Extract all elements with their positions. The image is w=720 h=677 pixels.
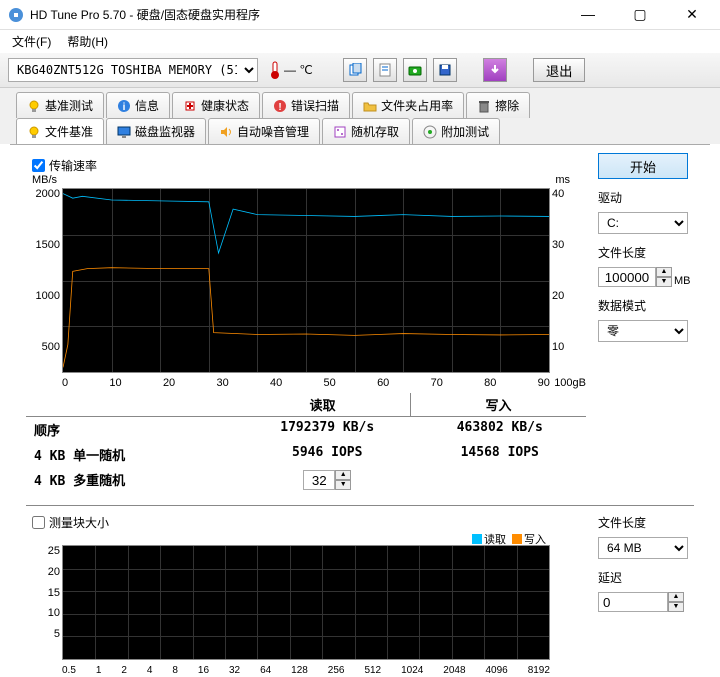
drive-label: 驱动	[598, 189, 694, 206]
transfer-rate-label: 传输速率	[49, 157, 97, 174]
queue-depth-spinner[interactable]: ▲▼	[303, 470, 351, 490]
row-4k-multi: 4 KB 多重随机	[26, 470, 241, 490]
svg-text:i: i	[123, 102, 126, 113]
spin-up[interactable]: ▲	[335, 470, 351, 480]
spin-down[interactable]: ▼	[335, 480, 351, 490]
thermometer-icon	[268, 60, 282, 80]
svg-text:!: !	[278, 102, 281, 113]
row-sequential: 顺序	[26, 420, 241, 439]
seq-read-value: 1792379 KB/s	[241, 420, 414, 439]
y-axis-left-label: MB/s	[32, 174, 57, 186]
data-pattern-select[interactable]: 零	[598, 320, 688, 342]
random-icon	[333, 125, 347, 139]
tab-bar: 基准测试i信息健康状态!错误扫描文件夹占用率擦除 文件基准磁盘监视器自动噪音管理…	[0, 88, 720, 144]
download-button[interactable]	[483, 58, 507, 82]
monitor-icon	[117, 125, 131, 139]
temperature-display: — ℃	[264, 60, 317, 80]
tab-健康状态[interactable]: 健康状态	[172, 92, 260, 118]
tab-擦除[interactable]: 擦除	[466, 92, 530, 118]
drive-select[interactable]: KBG40ZNT512G TOSHIBA MEMORY (512 :	[8, 58, 258, 82]
tab-自动噪音管理[interactable]: 自动噪音管理	[208, 118, 320, 144]
block-size-checkbox[interactable]: 测量块大小	[32, 514, 586, 531]
file-length-label: 文件长度	[598, 244, 694, 261]
tab-错误扫描[interactable]: !错误扫描	[262, 92, 350, 118]
minimize-button[interactable]: —	[568, 6, 608, 23]
tab-信息[interactable]: i信息	[106, 92, 170, 118]
content-pane: 传输速率 MB/s ms 200015001000500 40302010 01…	[10, 144, 710, 677]
save-button[interactable]	[433, 58, 457, 82]
tab-附加测试[interactable]: 附加测试	[412, 118, 500, 144]
sound-icon	[219, 125, 233, 139]
menu-help[interactable]: 帮助(H)	[59, 31, 116, 52]
file-length-select-2[interactable]: 64 MB	[598, 537, 688, 559]
maximize-button[interactable]: ▢	[620, 6, 660, 23]
r4k1-write-value: 14568 IOPS	[414, 445, 587, 464]
start-button[interactable]: 开始	[598, 153, 688, 179]
length-unit: MB	[674, 275, 691, 287]
col-write: 写入	[410, 393, 586, 416]
menu-file[interactable]: 文件(F)	[4, 31, 59, 52]
transfer-chart	[62, 188, 550, 373]
copy-text-button[interactable]	[373, 58, 397, 82]
window-title: HD Tune Pro 5.70 - 硬盘/固态硬盘实用程序	[30, 6, 568, 23]
tab-文件夹占用率[interactable]: 文件夹占用率	[352, 92, 464, 118]
results-table: 读取 写入 顺序 1792379 KB/s 463802 KB/s 4 KB 单…	[26, 393, 586, 493]
app-icon	[8, 7, 24, 23]
x-axis-unit: 100gB	[554, 377, 586, 389]
screenshot-button[interactable]	[403, 58, 427, 82]
blocksize-chart	[62, 545, 550, 660]
delay-spinner[interactable]: ▲▼	[598, 592, 694, 612]
tab-基准测试[interactable]: 基准测试	[16, 92, 104, 118]
block-size-label: 测量块大小	[49, 514, 109, 531]
extra-icon	[423, 125, 437, 139]
erase-icon	[477, 99, 491, 113]
drive-letter-select[interactable]: C:	[598, 212, 688, 234]
menubar: 文件(F) 帮助(H)	[0, 30, 720, 52]
file-length-spinner[interactable]: ▲▼	[598, 267, 672, 287]
folder-icon	[363, 99, 377, 113]
error-icon: !	[273, 99, 287, 113]
exit-button[interactable]: 退出	[533, 58, 586, 82]
delay-label: 延迟	[598, 569, 694, 586]
data-pattern-label: 数据模式	[598, 297, 694, 314]
seq-write-value: 463802 KB/s	[414, 420, 587, 439]
file-length-label-2: 文件长度	[598, 514, 694, 531]
health-icon	[183, 99, 197, 113]
transfer-rate-checkbox[interactable]: 传输速率	[32, 157, 586, 174]
bulb-icon	[27, 99, 41, 113]
copy-button[interactable]	[343, 58, 367, 82]
bulb-icon	[27, 125, 41, 139]
row-4k-single: 4 KB 单一随机	[26, 445, 241, 464]
col-read: 读取	[235, 393, 410, 416]
toolbar: KBG40ZNT512G TOSHIBA MEMORY (512 : — ℃ 退…	[0, 52, 720, 88]
tab-文件基准[interactable]: 文件基准	[16, 118, 104, 144]
y-axis-right-label: ms	[555, 174, 570, 186]
r4k1-read-value: 5946 IOPS	[241, 445, 414, 464]
tab-磁盘监视器[interactable]: 磁盘监视器	[106, 118, 206, 144]
titlebar: HD Tune Pro 5.70 - 硬盘/固态硬盘实用程序 — ▢ ✕	[0, 0, 720, 30]
temperature-value: — ℃	[284, 63, 313, 77]
tab-随机存取[interactable]: 随机存取	[322, 118, 410, 144]
info-icon: i	[117, 99, 131, 113]
close-button[interactable]: ✕	[672, 6, 712, 23]
